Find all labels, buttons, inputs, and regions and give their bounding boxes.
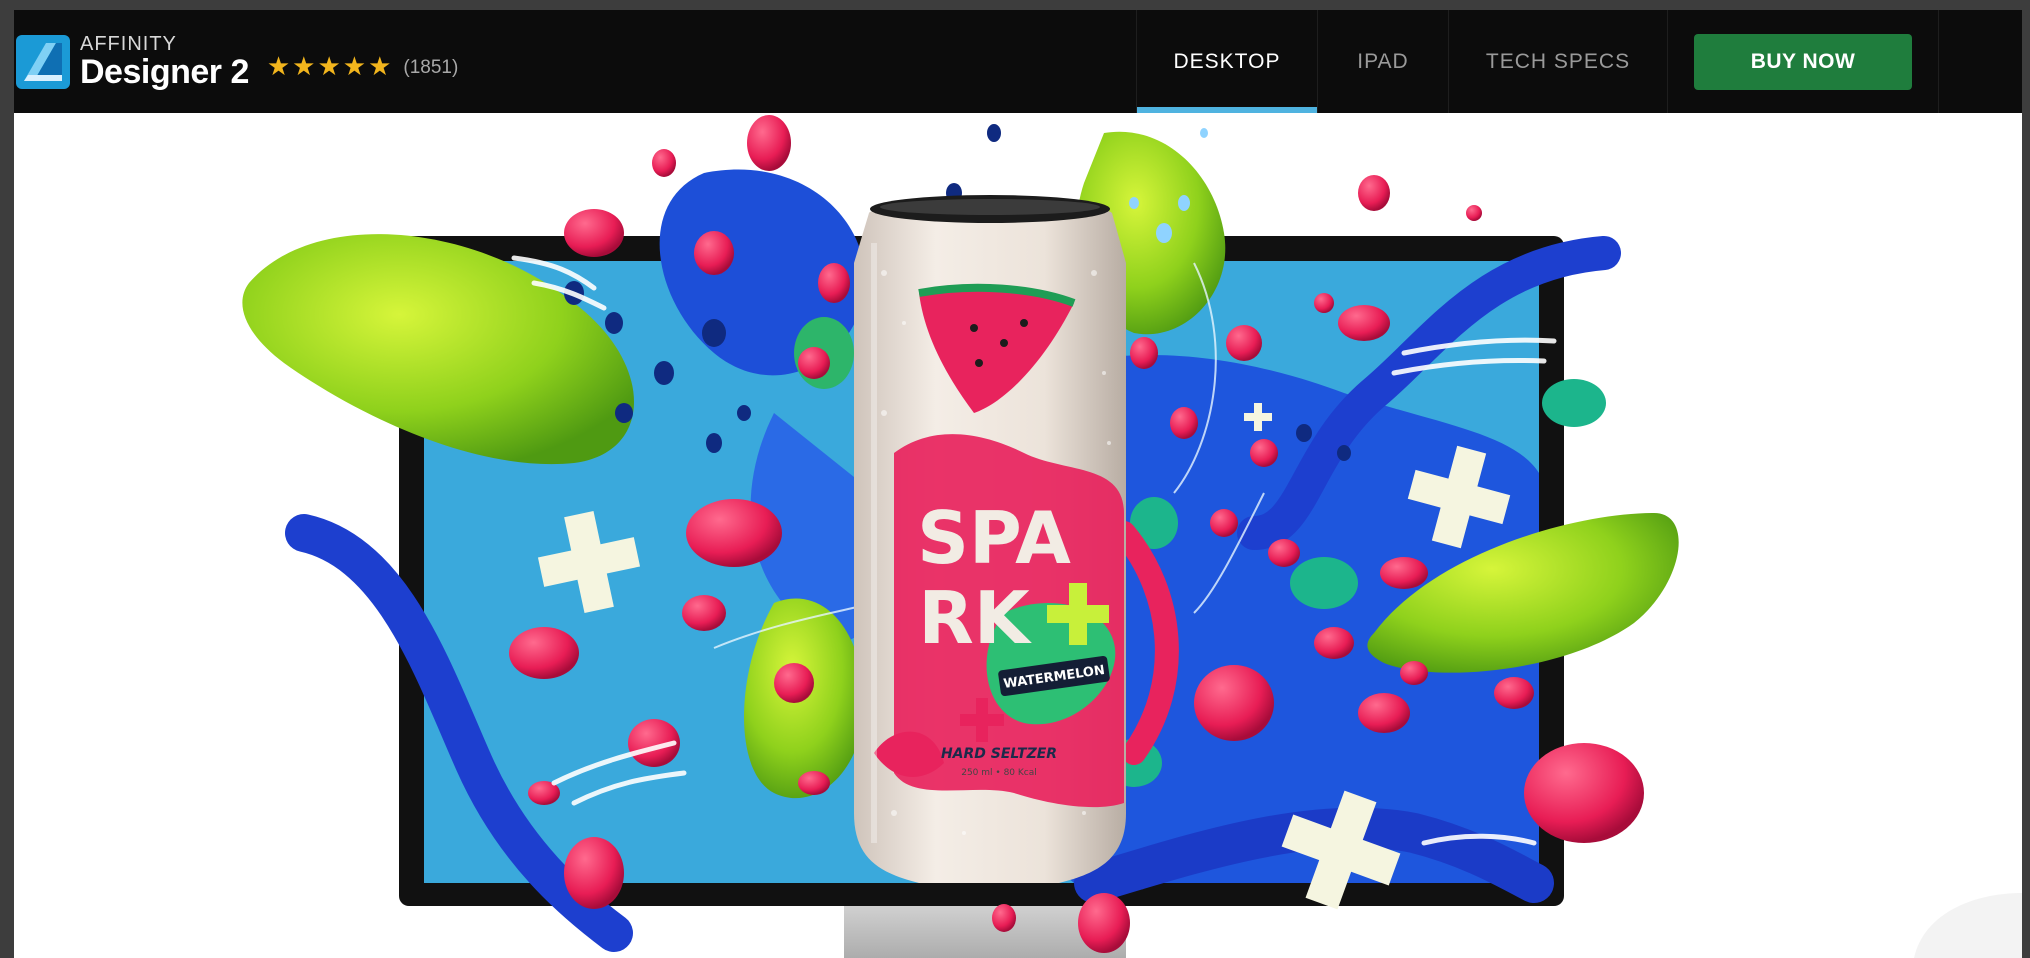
can-volume-label: 250 ml • 80 Kcal: [961, 768, 1037, 778]
nav-tab-desktop[interactable]: DESKTOP: [1136, 10, 1317, 113]
rating-count[interactable]: (1851): [403, 57, 458, 79]
page: AFFINITY Designer 2 ★★★★★ (1851) DESKTOP…: [14, 10, 2022, 958]
brand[interactable]: AFFINITY Designer 2 ★★★★★ (1851): [14, 10, 458, 113]
buy-now-button[interactable]: BUY NOW: [1694, 33, 1912, 90]
window-right-border: [2022, 0, 2030, 958]
buy-now-container: BUY NOW: [1667, 10, 1939, 113]
nav-menu: DESKTOP IPAD TECH SPECS BUY NOW: [1136, 10, 1939, 113]
nav-tab-ipad[interactable]: IPAD: [1317, 10, 1448, 113]
can-product-label: HARD SELTZER: [941, 746, 1057, 762]
brand-affinity-label: AFFINITY: [80, 32, 177, 55]
drink-can: SPA RK WATERMELON HARD SELTZER 250 ml • …: [854, 195, 1126, 883]
window-top-border: [0, 0, 2030, 10]
brand-product-name: Designer 2: [80, 52, 249, 91]
nav-tab-tech-specs[interactable]: TECH SPECS: [1448, 10, 1667, 113]
can-brand-line-2: RK: [918, 576, 1031, 660]
window-left-border: [0, 0, 14, 958]
top-navbar: AFFINITY Designer 2 ★★★★★ (1851) DESKTOP…: [14, 10, 2022, 113]
rating-stars-icon: ★★★★★: [266, 51, 394, 81]
hero-image: SPA RK WATERMELON HARD SELTZER 250 ml • …: [14, 113, 2022, 958]
can-brand-line-1: SPA: [917, 496, 1071, 580]
hero-illustration: SPA RK WATERMELON HARD SELTZER 250 ml • …: [242, 115, 2022, 958]
affinity-designer-logo-icon: [16, 34, 70, 89]
